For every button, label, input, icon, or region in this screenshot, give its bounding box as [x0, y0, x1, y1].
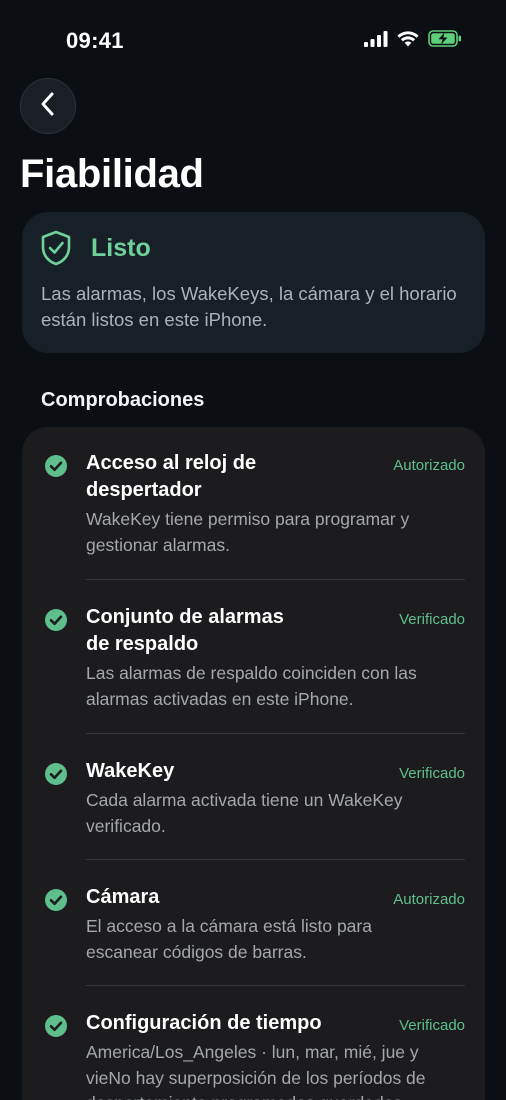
reliability-screen: 09:41 Fiabilidad Listo Las alarmas, los …: [0, 0, 506, 1100]
page-title: Fiabilidad: [20, 152, 204, 196]
divider: [86, 733, 465, 734]
status-badge: Autorizado: [393, 891, 465, 908]
checkmark-circle-icon: [44, 454, 68, 478]
check-title: Cámara: [86, 886, 160, 908]
divider: [86, 579, 465, 580]
checkmark-circle-icon: [44, 762, 68, 786]
status-badge: Verificado: [399, 1017, 465, 1034]
status-card-description: Las alarmas, los WakeKeys, la cámara y e…: [41, 283, 457, 330]
check-description: Las alarmas de respaldo coinciden con la…: [86, 663, 417, 709]
check-description: Cada alarma activada tiene un WakeKey ve…: [86, 790, 403, 836]
status-badge: Verificado: [399, 611, 465, 628]
back-button[interactable]: [20, 78, 76, 134]
section-heading: Comprobaciones: [41, 389, 205, 411]
divider: [86, 985, 465, 986]
status-card-title: Listo: [91, 234, 151, 262]
check-title: WakeKey: [86, 760, 175, 782]
check-title: Acceso al reloj de despertador: [86, 452, 257, 501]
checkmark-circle-icon: [44, 608, 68, 632]
status-bar: 09:41: [0, 0, 506, 80]
checkmark-circle-icon: [44, 1014, 68, 1038]
check-description: America/Los_Angeles · lun, mar, mié, jue…: [86, 1042, 426, 1100]
check-description: WakeKey tiene permiso para programar y g…: [86, 509, 410, 555]
check-title: Configuración de tiempo: [86, 1012, 322, 1034]
status-badge: Autorizado: [393, 457, 465, 474]
status-time: 09:41: [66, 28, 124, 53]
chevron-left-icon: [39, 91, 57, 122]
status-icons: [364, 30, 462, 47]
checkmark-circle-icon: [44, 888, 68, 912]
divider: [86, 859, 465, 860]
status-card: Listo Las alarmas, los WakeKeys, la cáma…: [22, 212, 485, 353]
check-title: Conjunto de alarmas de respaldo: [86, 606, 284, 655]
shield-check-icon: [40, 230, 72, 271]
check-description: El acceso a la cámara está listo para es…: [86, 916, 372, 962]
checks-list: Acceso al reloj de despertador Autorizad…: [22, 427, 485, 1100]
wifi-icon: [397, 30, 419, 47]
status-badge: Verificado: [399, 765, 465, 782]
battery-charging-icon: [428, 30, 462, 47]
cellular-signal-icon: [364, 30, 388, 47]
